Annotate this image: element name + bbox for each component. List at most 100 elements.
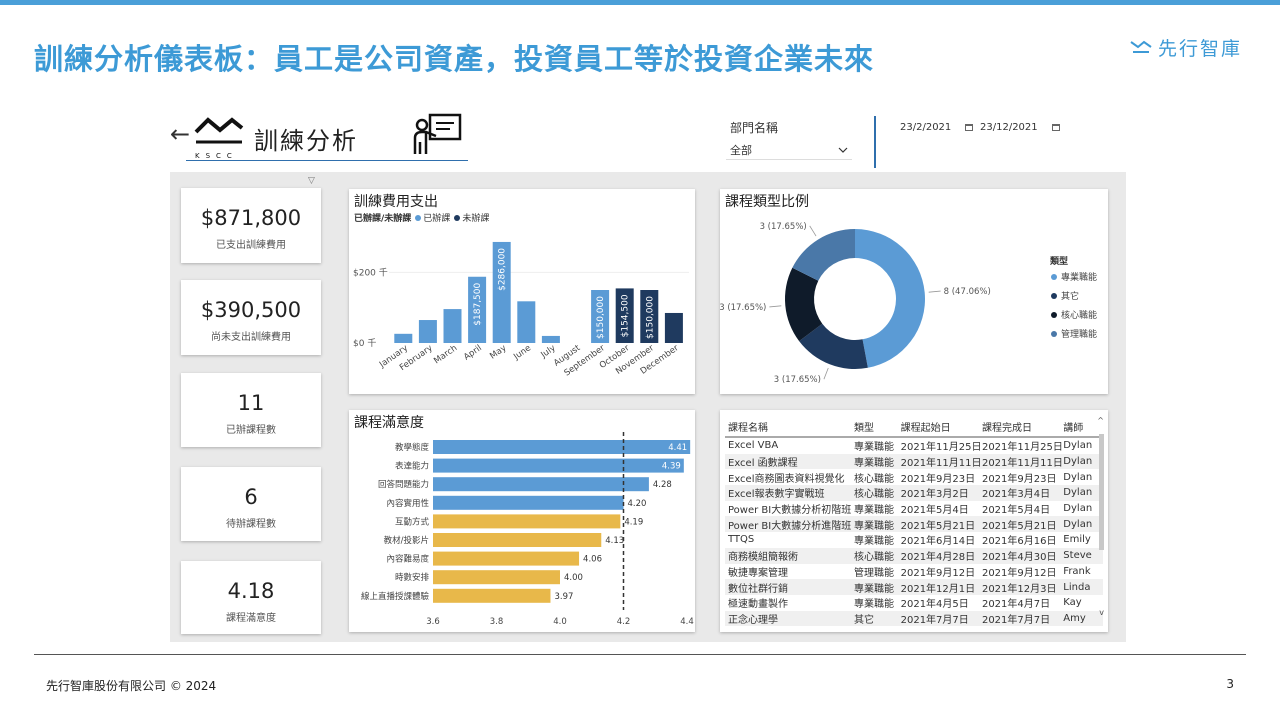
table-cell: 2021年5月4日 [900, 505, 969, 517]
satisfaction-bar-chart: 教學態度 4.41 表達能力 4.39 回答問題能力 4.28 內容實用性 4.20 互動方式 4… [361, 432, 694, 627]
bar-value-label: 4.06 [583, 555, 602, 565]
table-cell: 2021年12月1日 [900, 583, 976, 595]
slice-leader-line [823, 367, 829, 380]
bar-data-label: $187,500 [473, 282, 483, 325]
bar-value-label: 3.97 [554, 592, 573, 602]
kpi-value: $871,800 [200, 206, 302, 230]
table-scrollbar[interactable] [1099, 430, 1104, 626]
filter-separator [874, 116, 876, 168]
satisfaction-bar [433, 440, 691, 454]
kpi-unspent-card: $390,500 尚未支出訓練費用 [181, 280, 321, 355]
table-cell: Emily [1063, 534, 1091, 546]
scroll-down-icon[interactable]: v [1099, 608, 1104, 617]
column-header[interactable]: 課程名稱 [725, 419, 854, 434]
kpi-label: 課程滿意度 [226, 613, 276, 624]
page-number: 3 [1226, 677, 1234, 691]
table-cell: 核心職能 [853, 489, 894, 501]
bar-value-label: 4.28 [653, 480, 672, 490]
kpi-pending-courses-card: 6 待辦課程數 [181, 467, 321, 541]
slice-data-label: 8 (47.06%) [944, 287, 991, 297]
kpi-label: 尚未支出訓練費用 [211, 332, 291, 343]
date-start-input[interactable]: 23/2/2021 [900, 118, 974, 136]
report-title: 訓練分析 [254, 127, 358, 155]
table-cell: 敏捷專案管理 [728, 567, 788, 579]
table-cell: 2021年4月5日 [900, 599, 969, 611]
scroll-up-icon[interactable]: ^ [1097, 416, 1104, 425]
table-cell: 2021年11月11日 [900, 458, 982, 470]
table-row[interactable]: Power BI大數據分析進階班 專業職能 2021年5月21日 2021年5月21日… [725, 516, 1103, 533]
table-row[interactable]: 敏捷專案管理 管理職能 2021年9月12日 2021年9月12日 Frank [725, 564, 1103, 580]
table-cell: 專業職能 [853, 505, 894, 517]
table-cell: 管理職能 [853, 567, 894, 579]
table-cell: 2021年11月25日 [900, 442, 982, 454]
column-header[interactable]: 課程完成日 [982, 419, 1063, 434]
table-row[interactable]: 數位社群行銷 專業職能 2021年12月1日 2021年12月3日 Linda [725, 579, 1103, 595]
department-filter-dropdown[interactable]: 全部 [726, 140, 852, 160]
bar-value-label: 4.00 [564, 573, 583, 583]
kscc-logo: KSCC [194, 117, 244, 160]
arrow-left-icon[interactable]: ← [170, 120, 190, 148]
expense-bar [517, 301, 536, 343]
table-cell: TTQS [728, 534, 755, 546]
slice-leader-line [809, 225, 817, 237]
date-start-value: 23/2/2021 [900, 121, 952, 133]
satisfaction-bar [433, 458, 684, 473]
table-cell: 2021年9月23日 [981, 473, 1057, 485]
table-cell: 2021年9月12日 [981, 567, 1057, 579]
category-label: 教學態度 [395, 442, 430, 453]
table-row[interactable]: 極速動畫製作 專業職能 2021年4月5日 2021年4月7日 Kay [725, 595, 1103, 611]
expense-chart-panel: 訓練費用支出 已辦課/未辦課 已辦課 未辦課 $0 千 $200 千 January… [349, 189, 695, 394]
donut-slice [855, 229, 925, 368]
satisfaction-bar [433, 514, 621, 529]
table-cell: 極速動畫製作 [728, 599, 788, 611]
category-label: 時數安排 [395, 572, 430, 583]
table-cell: Frank [1063, 565, 1091, 577]
table-row[interactable]: Excel報表數字實戰班 核心職能 2021年3月2日 2021年3月4日 Dylan [725, 485, 1103, 501]
filter-icon[interactable]: ▽ [308, 176, 315, 186]
table-row[interactable]: Excel VBA 專業職能 2021年11月25日 2021年11月25日 Dylan [725, 438, 1103, 454]
column-header[interactable]: 類型 [854, 419, 901, 434]
dashboard-screenshot: ← KSCC 訓練分析 部門名稱 全部 23/2/2021 23/12/2021… [170, 106, 1126, 642]
table-cell: 2021年6月14日 [900, 536, 976, 548]
table-cell: 2021年5月21日 [900, 520, 976, 532]
date-end-input[interactable]: 23/12/2021 [980, 118, 1060, 136]
legend-item: 其它 [1061, 290, 1079, 302]
category-label: 回答問題能力 [378, 479, 429, 490]
kpi-completed-courses-card: 11 已辦課程數 [181, 373, 321, 447]
kpi-label: 待辦課程數 [226, 519, 276, 530]
calendar-icon[interactable] [1051, 123, 1060, 131]
kpi-value: 4.18 [227, 579, 275, 603]
table-row[interactable]: Excel 函數課程 專業職能 2021年11月11日 2021年11月11日 Dyla… [725, 453, 1103, 470]
table-cell: 2021年5月4日 [981, 505, 1051, 517]
table-row[interactable]: Excel商務圖表資料視覺化 核心職能 2021年9月23日 2021年9月23日 Dy… [725, 469, 1103, 485]
presenter-icon [413, 113, 462, 154]
table-row[interactable]: Power BI大數據分析初階班 專業職能 2021年5月4日 2021年5月4日 Dy… [725, 501, 1103, 517]
top-accent-bar [0, 0, 1280, 5]
table-cell: Amy [1063, 612, 1086, 624]
table-cell: Steve [1063, 550, 1092, 562]
bar-data-label: $286,000 [498, 248, 508, 291]
column-header[interactable]: 課程起始日 [901, 419, 982, 434]
satisfaction-chart-panel: 課程滿意度 教學態度 4.41 表達能力 4.39 回答問題能力 4.28 內容實用性 4.2… [349, 410, 695, 632]
table-row[interactable]: 商務模組簡報術 核心職能 2021年4月28日 2021年4月30日 Steve [725, 547, 1103, 564]
satisfaction-bar [433, 570, 560, 585]
expense-bar [541, 335, 560, 343]
kpi-value: 6 [244, 485, 258, 509]
table-row[interactable]: 正念心理學 其它 2021年7月7日 2021年7月7日 Amy [725, 610, 1103, 627]
x-tick-label: 3.6 [426, 617, 440, 627]
table-cell: 正念心理學 [728, 614, 778, 626]
scrollbar-thumb[interactable] [1099, 434, 1104, 550]
table-cell: 2021年9月12日 [900, 567, 976, 579]
footer-copyright: 先行智庫股份有限公司 © 2024 [46, 679, 217, 693]
course-table: 課程名稱 類型 課程起始日 課程完成日 講師 Excel VBA 專業職能 2021… [725, 416, 1103, 627]
table-cell: 2021年3月2日 [900, 489, 969, 501]
footer-divider [34, 654, 1246, 655]
calendar-icon[interactable] [965, 123, 974, 131]
x-tick-label: 3.8 [490, 617, 504, 627]
category-label: 互動方式 [395, 516, 430, 527]
expense-bar [664, 312, 683, 343]
table-row[interactable]: TTQS 專業職能 2021年6月14日 2021年6月16日 Emily [725, 532, 1103, 548]
table-cell: 2021年4月28日 [900, 552, 976, 564]
bar-value-label: 4.13 [605, 536, 624, 546]
table-cell: 專業職能 [853, 442, 894, 454]
